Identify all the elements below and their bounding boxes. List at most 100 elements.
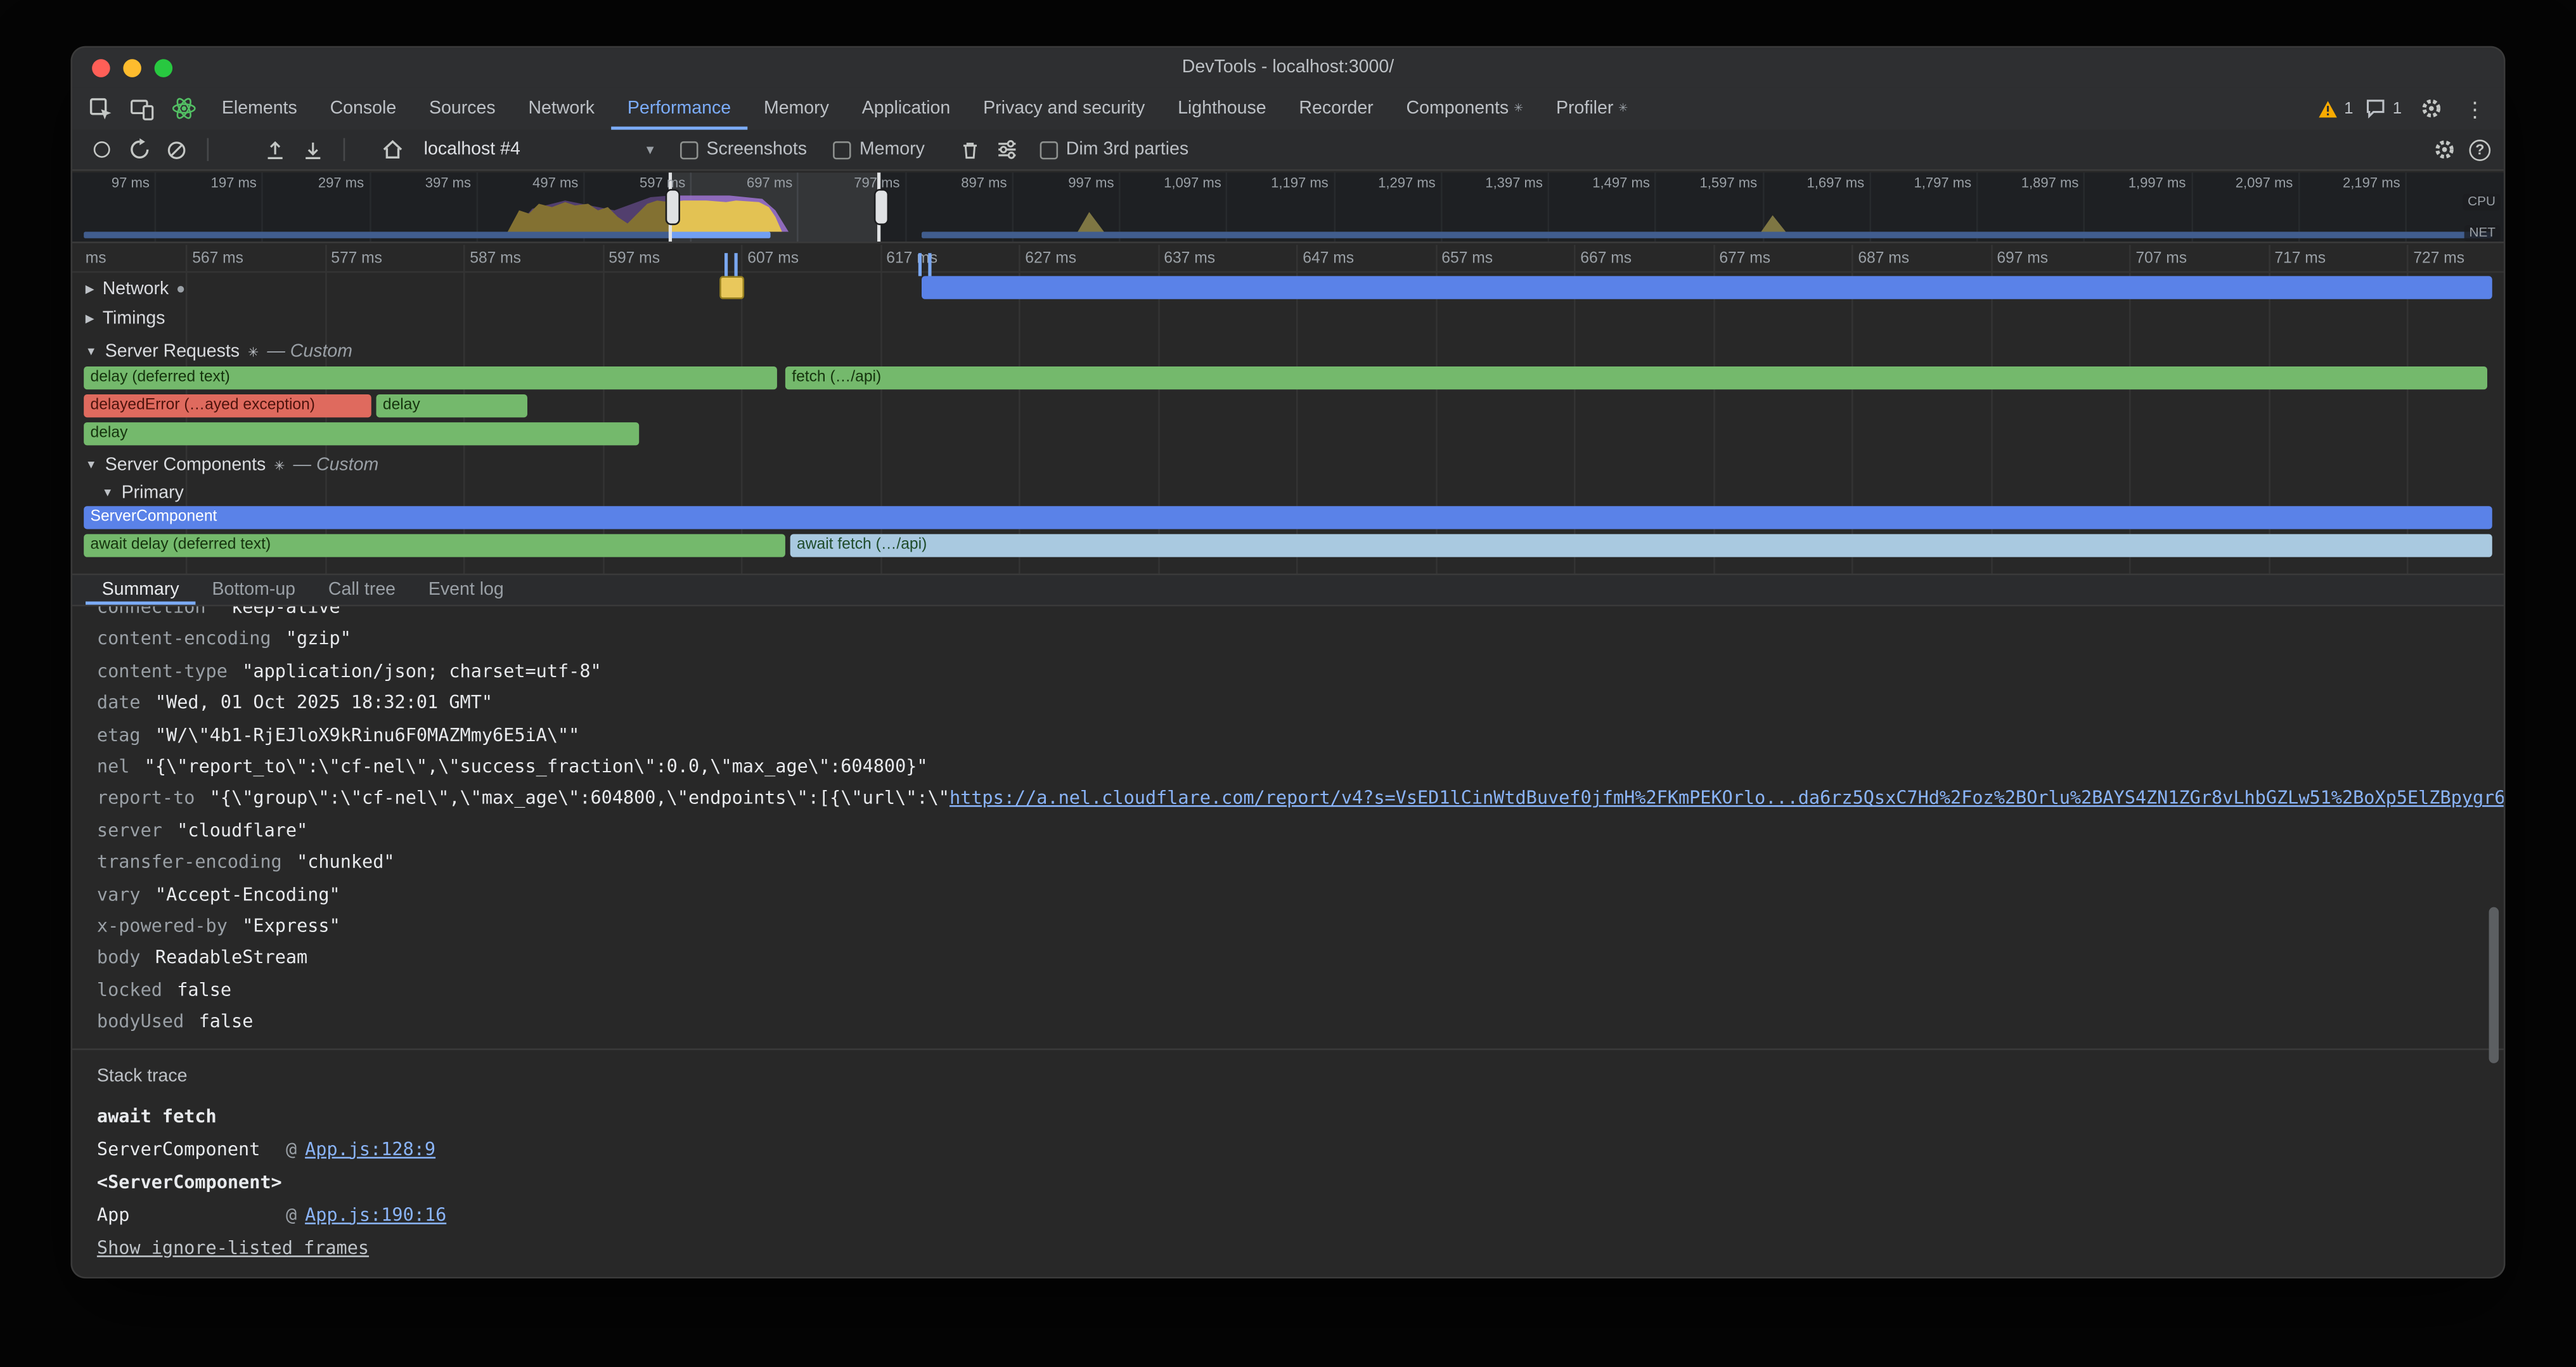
panel-tab[interactable]: Network	[512, 87, 611, 129]
ruler-time-label: 647 ms	[1303, 250, 1354, 268]
toolbar-separator	[207, 138, 209, 161]
panel-tab-label: Application	[862, 99, 951, 119]
track-event[interactable]: delay	[84, 422, 639, 445]
gc-trash-icon[interactable]	[955, 134, 986, 165]
panel-tab-label: Performance	[628, 99, 731, 119]
panel-tab[interactable]: Profiler✳	[1540, 87, 1644, 129]
ruler-time-label: 707 ms	[2135, 250, 2187, 268]
track-event[interactable]: await fetch (…/api)	[790, 534, 2492, 557]
details-tab[interactable]: Event log	[412, 575, 520, 605]
issues-counter[interactable]: 1	[2366, 99, 2402, 119]
capture-settings-gear-icon[interactable]	[2428, 134, 2459, 165]
panel-tab-label: Memory	[764, 99, 829, 119]
panel-tab[interactable]: Performance	[611, 87, 747, 129]
property-value: "{\"report_to\":\"cf-nel\",\"success_fra…	[145, 756, 928, 777]
zoom-window-button[interactable]	[155, 58, 173, 77]
track-event[interactable]: ServerComponent	[84, 506, 2492, 529]
details-tab[interactable]: Bottom-up	[196, 575, 312, 605]
timeline-overview[interactable]: 97 ms197 ms297 ms397 ms497 ms597 ms697 m…	[72, 172, 2504, 243]
track-event[interactable]: delay (deferred text)	[84, 366, 777, 389]
frame-at: @	[286, 1138, 297, 1160]
time-label: 1,097 ms	[1164, 174, 1226, 191]
dim-third-parties-checkbox[interactable]: Dim 3rd parties	[1040, 139, 1188, 159]
panel-tab[interactable]: Application	[846, 87, 967, 129]
response-properties: connection"keep-alive" content-encoding"…	[72, 606, 2504, 1038]
live-metrics-home-icon[interactable]	[377, 134, 408, 165]
details-tab[interactable]: Call tree	[312, 575, 412, 605]
panel-tab[interactable]: Components✳	[1390, 87, 1540, 129]
memory-checkbox[interactable]: Memory	[833, 139, 924, 159]
track-event[interactable]: delay	[377, 394, 527, 417]
track-header-server-requests[interactable]: ▼ Server Requests ✳ — Custom	[86, 339, 352, 365]
frame-at: @	[286, 1204, 297, 1226]
ruler-time-label: 587 ms	[470, 250, 521, 268]
timeline-ruler: ms567 ms577 ms587 ms597 ms607 ms617 ms62…	[72, 245, 2504, 273]
save-profile-icon[interactable]	[297, 134, 328, 165]
stack-frame: <ServerComponent>	[97, 1166, 2504, 1199]
property-row: server"cloudflare"	[97, 815, 2504, 846]
scrollbar-thumb[interactable]	[2489, 907, 2499, 1063]
property-row: x-powered-by"Express"	[97, 910, 2504, 942]
range-marker-left[interactable]	[724, 253, 738, 276]
record-icon[interactable]	[86, 134, 117, 165]
track-header-timings[interactable]: ▶ Timings	[86, 306, 165, 332]
panel-tab[interactable]: Elements	[205, 87, 314, 129]
track-config-dot-icon[interactable]	[177, 286, 183, 292]
tabbar-right-actions: 1 1 ⋮	[2318, 87, 2504, 129]
issues-bubble-icon	[2366, 99, 2386, 119]
devtools-window: DevTools - localhost:3000/ Elements	[70, 46, 2505, 1279]
frame-source-link[interactable]: App.js:190:16	[305, 1204, 446, 1226]
close-window-button[interactable]	[92, 58, 110, 77]
track-event[interactable]: fetch (…/api)	[785, 366, 2487, 389]
collapsed-triangle-icon: ▶	[86, 312, 94, 325]
device-toolbar-icon[interactable]	[127, 93, 158, 124]
details-tab[interactable]: Summary	[86, 575, 196, 605]
panel-tab[interactable]: Lighthouse	[1161, 87, 1282, 129]
flame-chart[interactable]: ms567 ms577 ms587 ms597 ms607 ms617 ms62…	[72, 245, 2504, 573]
stack-frame: ServerComponent@App.js:128:9	[97, 1134, 2504, 1167]
frame-source-link[interactable]: App.js:128:9	[305, 1138, 435, 1160]
panel-tab[interactable]: Sources	[413, 87, 512, 129]
history-dropdown[interactable]: localhost #4 ▾	[414, 134, 664, 165]
track-event[interactable]: delayedError (…ayed exception)	[84, 394, 371, 417]
more-options-icon[interactable]: ⋮	[2459, 93, 2490, 124]
screenshots-checkbox[interactable]: Screenshots	[680, 139, 807, 159]
track-header-network[interactable]: ▶ Network	[86, 276, 184, 302]
settings-gear-icon[interactable]	[2415, 93, 2446, 124]
property-key: etag	[97, 724, 141, 746]
track-header-server-components[interactable]: ▼ Server Components ✳ — Custom	[86, 452, 378, 478]
summary-pane[interactable]: connection"keep-alive" content-encoding"…	[72, 606, 2504, 1278]
panel-tab[interactable]: Memory	[747, 87, 846, 129]
property-value: "keep-alive"	[221, 606, 351, 618]
property-key: nel	[97, 756, 130, 777]
property-link[interactable]: https://a.nel.cloudflare.com/report/v4?s…	[950, 788, 2504, 810]
panel-tab-label: Sources	[429, 99, 496, 119]
panel-tab-label: Console	[330, 99, 397, 119]
track-group-primary[interactable]: ▼ Primary	[102, 480, 184, 506]
panel-tab[interactable]: Console	[314, 87, 413, 129]
panel-tab[interactable]: Recorder	[1283, 87, 1390, 129]
react-devtools-icon[interactable]	[167, 93, 198, 124]
throttling-tune-icon[interactable]	[992, 134, 1023, 165]
inspect-element-icon[interactable]	[86, 93, 117, 124]
property-value: ReadableStream	[155, 947, 307, 969]
stack-trace-heading: Stack trace	[97, 1066, 2504, 1085]
help-icon[interactable]: ?	[2469, 139, 2490, 160]
track-event[interactable]: await delay (deferred text)	[84, 534, 785, 557]
property-value: "{\"group\":\"cf-nel\",\"max_age\":60480…	[210, 788, 950, 810]
property-row: transfer-encoding"chunked"	[97, 846, 2504, 878]
load-profile-icon[interactable]	[260, 134, 291, 165]
panel-tools	[72, 87, 205, 129]
network-event[interactable]	[719, 276, 744, 299]
panel-tab[interactable]: Privacy and security	[967, 87, 1161, 129]
warnings-counter[interactable]: 1	[2318, 100, 2354, 118]
clear-icon[interactable]	[161, 134, 192, 165]
track-group-label: Primary	[122, 483, 184, 503]
show-ignore-listed-link[interactable]: Show ignore-listed frames	[97, 1237, 369, 1259]
property-row: report-to"{\"group\":\"cf-nel\",\"max_ag…	[97, 783, 2504, 815]
network-event[interactable]	[922, 276, 2492, 299]
record-and-reload-icon[interactable]	[123, 134, 154, 165]
range-marker-right[interactable]	[918, 253, 932, 276]
time-label: 597 ms	[640, 174, 690, 191]
minimize-window-button[interactable]	[123, 58, 141, 77]
